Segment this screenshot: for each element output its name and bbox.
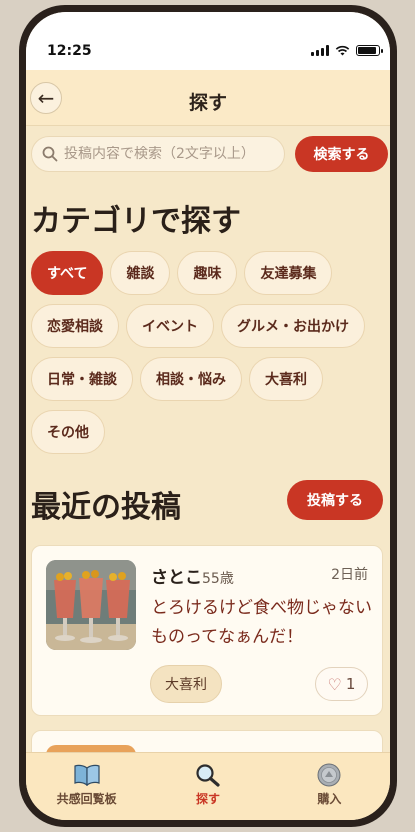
search-box[interactable]	[31, 136, 285, 172]
wifi-icon	[335, 45, 350, 56]
category-chip[interactable]: 趣味	[177, 251, 238, 295]
phone-frame: 12:25 ← 探す 投稿内容で検索（2文字以上） 検索する カテゴリで探す す…	[19, 5, 397, 827]
post-thumbnail	[46, 560, 136, 650]
post-category-tag[interactable]: 大喜利	[150, 665, 222, 703]
category-chip[interactable]: 恋愛相談	[31, 304, 119, 348]
search-button[interactable]: 検索する	[295, 136, 388, 172]
status-time: 12:25	[47, 43, 92, 59]
tab-explore-label: 探す	[195, 792, 220, 806]
like-count: 1	[345, 675, 356, 693]
tab-board[interactable]: 共感回覧板	[26, 753, 147, 820]
bottom-tab-bar: 共感回覧板 探す 購入	[26, 752, 390, 820]
category-chip[interactable]: グルメ・お出かけ	[221, 304, 365, 348]
category-chip[interactable]: 日常・雑談	[31, 357, 133, 401]
app-screen: 12:25 ← 探す 投稿内容で検索（2文字以上） 検索する カテゴリで探す す…	[26, 12, 390, 820]
magnifier-icon	[195, 763, 221, 787]
post-card[interactable]: さとこ55歳 2日前 とろけるけど食べ物じゃないものってなぁんだ！ 大喜利 ♡ …	[31, 545, 383, 716]
category-chip[interactable]: その他	[31, 410, 105, 454]
recent-posts-heading: 最近の投稿	[31, 490, 181, 525]
cellular-signal-icon	[311, 45, 329, 56]
category-chip[interactable]: 友達募集	[244, 251, 333, 295]
tab-explore[interactable]: 探す	[147, 753, 268, 820]
post-author: さとこ55歳	[151, 563, 234, 588]
post-author-name: さとこ	[151, 568, 202, 588]
category-chip[interactable]: 相談・悩み	[140, 357, 242, 401]
battery-icon	[356, 45, 383, 56]
top-bar: ← 探す	[26, 70, 390, 126]
post-time-ago: 2日前	[331, 567, 368, 583]
search-row: 検索する	[31, 136, 388, 172]
post-text: とろけるけど食べ物じゃないものってなぁんだ！	[151, 598, 372, 647]
category-chip[interactable]: 雑談	[110, 251, 171, 295]
page-title: 探す	[188, 92, 227, 114]
status-bar: 12:25	[26, 12, 390, 70]
category-heading: カテゴリで探す	[31, 204, 241, 239]
category-chips: すべて 雑談 趣味 友達募集恋愛相談 イベント グルメ・お出かけ日常・雑談 相談・悩み 大喜利…	[31, 251, 386, 454]
tab-board-label: 共感回覧板	[56, 792, 117, 806]
tab-purchase-label: 購入	[317, 792, 342, 806]
search-icon	[42, 146, 58, 162]
coin-icon	[317, 763, 341, 787]
search-input[interactable]	[64, 146, 274, 162]
tab-purchase[interactable]: 購入	[269, 753, 390, 820]
like-button[interactable]: ♡ 1	[315, 667, 368, 701]
post-author-age: 55歳	[202, 571, 234, 587]
category-chip[interactable]: 大喜利	[249, 357, 323, 401]
system-icons	[311, 45, 383, 56]
book-icon	[74, 763, 100, 787]
heart-icon: ♡	[327, 674, 342, 694]
category-chip[interactable]: イベント	[126, 304, 214, 348]
category-chip[interactable]: すべて	[31, 251, 104, 295]
create-post-button[interactable]: 投稿する	[287, 480, 383, 520]
